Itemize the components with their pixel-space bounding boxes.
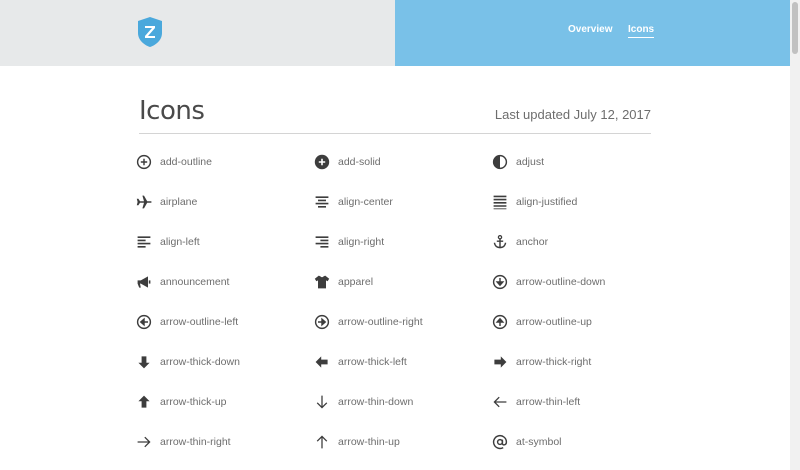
icon-item[interactable]: add-outline <box>136 148 314 176</box>
thick-arrow-down-icon <box>136 354 152 370</box>
icon-item[interactable]: arrow-thin-down <box>314 388 492 416</box>
icon-label: align-left <box>160 236 200 248</box>
arrow-circle-right-icon <box>314 314 330 330</box>
thin-arrow-right-icon <box>136 434 152 450</box>
icon-label: align-right <box>338 236 385 248</box>
icon-label: arrow-thick-right <box>516 356 592 368</box>
header-left-panel <box>0 0 395 66</box>
icon-item[interactable]: airplane <box>136 188 314 216</box>
icon-label: arrow-outline-up <box>516 316 592 328</box>
icon-label: add-outline <box>160 156 212 168</box>
icon-item[interactable]: arrow-outline-left <box>136 308 314 336</box>
icon-label: arrow-thick-down <box>160 356 240 368</box>
icon-item[interactable]: arrow-outline-up <box>492 308 656 336</box>
align-center-icon <box>314 194 330 210</box>
at-sign-icon <box>492 434 508 450</box>
nav-overview-link[interactable]: Overview <box>568 24 612 35</box>
icon-item[interactable]: announcement <box>136 268 314 296</box>
icon-item[interactable]: apparel <box>314 268 492 296</box>
icon-item[interactable]: anchor <box>492 228 656 256</box>
tshirt-icon <box>314 274 330 290</box>
icon-label: arrow-thick-up <box>160 396 227 408</box>
icon-item[interactable]: arrow-thin-up <box>314 428 492 456</box>
thin-arrow-up-icon <box>314 434 330 450</box>
icon-label: arrow-outline-left <box>160 316 239 328</box>
icon-item[interactable]: arrow-outline-down <box>492 268 656 296</box>
thick-arrow-left-icon <box>314 354 330 370</box>
icon-item[interactable]: arrow-thick-right <box>492 348 656 376</box>
align-right-icon <box>314 234 330 250</box>
thick-arrow-right-icon <box>492 354 508 370</box>
last-updated-text: Last updated July 12, 2017 <box>494 107 651 122</box>
icon-label: apparel <box>338 276 374 288</box>
thick-arrow-up-icon <box>136 394 152 410</box>
half-circle-icon <box>492 154 508 170</box>
icon-label: arrow-thin-right <box>160 436 231 448</box>
arrow-circle-down-icon <box>492 274 508 290</box>
icon-grid: add-outline add-solid adjust airplane align-… <box>136 148 656 468</box>
icon-label: arrow-thin-left <box>516 396 581 408</box>
arrow-circle-up-icon <box>492 314 508 330</box>
icon-item[interactable]: align-center <box>314 188 492 216</box>
icon-label: announcement <box>160 276 230 288</box>
icon-label: add-solid <box>338 156 381 168</box>
icon-label: arrow-outline-right <box>338 316 423 328</box>
icon-item[interactable]: arrow-outline-right <box>314 308 492 336</box>
site-header: Overview Icons <box>0 0 790 66</box>
icon-item[interactable]: arrow-thick-up <box>136 388 314 416</box>
icon-label: anchor <box>516 236 549 248</box>
icon-label: adjust <box>516 156 545 168</box>
icon-label: align-justified <box>516 196 578 208</box>
icon-label: arrow-thin-down <box>338 396 414 408</box>
icon-item[interactable]: arrow-thick-left <box>314 348 492 376</box>
title-divider <box>139 133 651 134</box>
megaphone-icon <box>136 274 152 290</box>
icon-label: airplane <box>160 196 198 208</box>
airplane-icon <box>136 194 152 210</box>
plus-circle-solid-icon <box>314 154 330 170</box>
align-left-icon <box>136 234 152 250</box>
icon-label: arrow-outline-down <box>516 276 606 288</box>
icon-item[interactable]: at-symbol <box>492 428 656 456</box>
thin-arrow-left-icon <box>492 394 508 410</box>
arrow-circle-left-icon <box>136 314 152 330</box>
icon-label: align-center <box>338 196 393 208</box>
icon-item[interactable]: add-solid <box>314 148 492 176</box>
align-justified-icon <box>492 194 508 210</box>
page-title: Icons <box>139 96 205 126</box>
icon-label: arrow-thick-left <box>338 356 407 368</box>
thin-arrow-down-icon <box>314 394 330 410</box>
scrollbar-thumb[interactable] <box>792 2 798 54</box>
icon-item[interactable]: arrow-thin-right <box>136 428 314 456</box>
icon-item[interactable]: arrow-thick-down <box>136 348 314 376</box>
plus-circle-outline-icon <box>136 154 152 170</box>
anchor-icon <box>492 234 508 250</box>
icon-item[interactable]: arrow-thin-left <box>492 388 656 416</box>
icon-label: arrow-thin-up <box>338 436 400 448</box>
icon-item[interactable]: adjust <box>492 148 656 176</box>
nav-icons-link[interactable]: Icons <box>628 24 655 38</box>
icon-item[interactable]: align-justified <box>492 188 656 216</box>
icon-label: at-symbol <box>516 436 562 448</box>
icon-item[interactable]: align-left <box>136 228 314 256</box>
icon-item[interactable]: align-right <box>314 228 492 256</box>
shield-logo-icon[interactable] <box>138 17 162 47</box>
scrollbar[interactable] <box>790 0 800 470</box>
